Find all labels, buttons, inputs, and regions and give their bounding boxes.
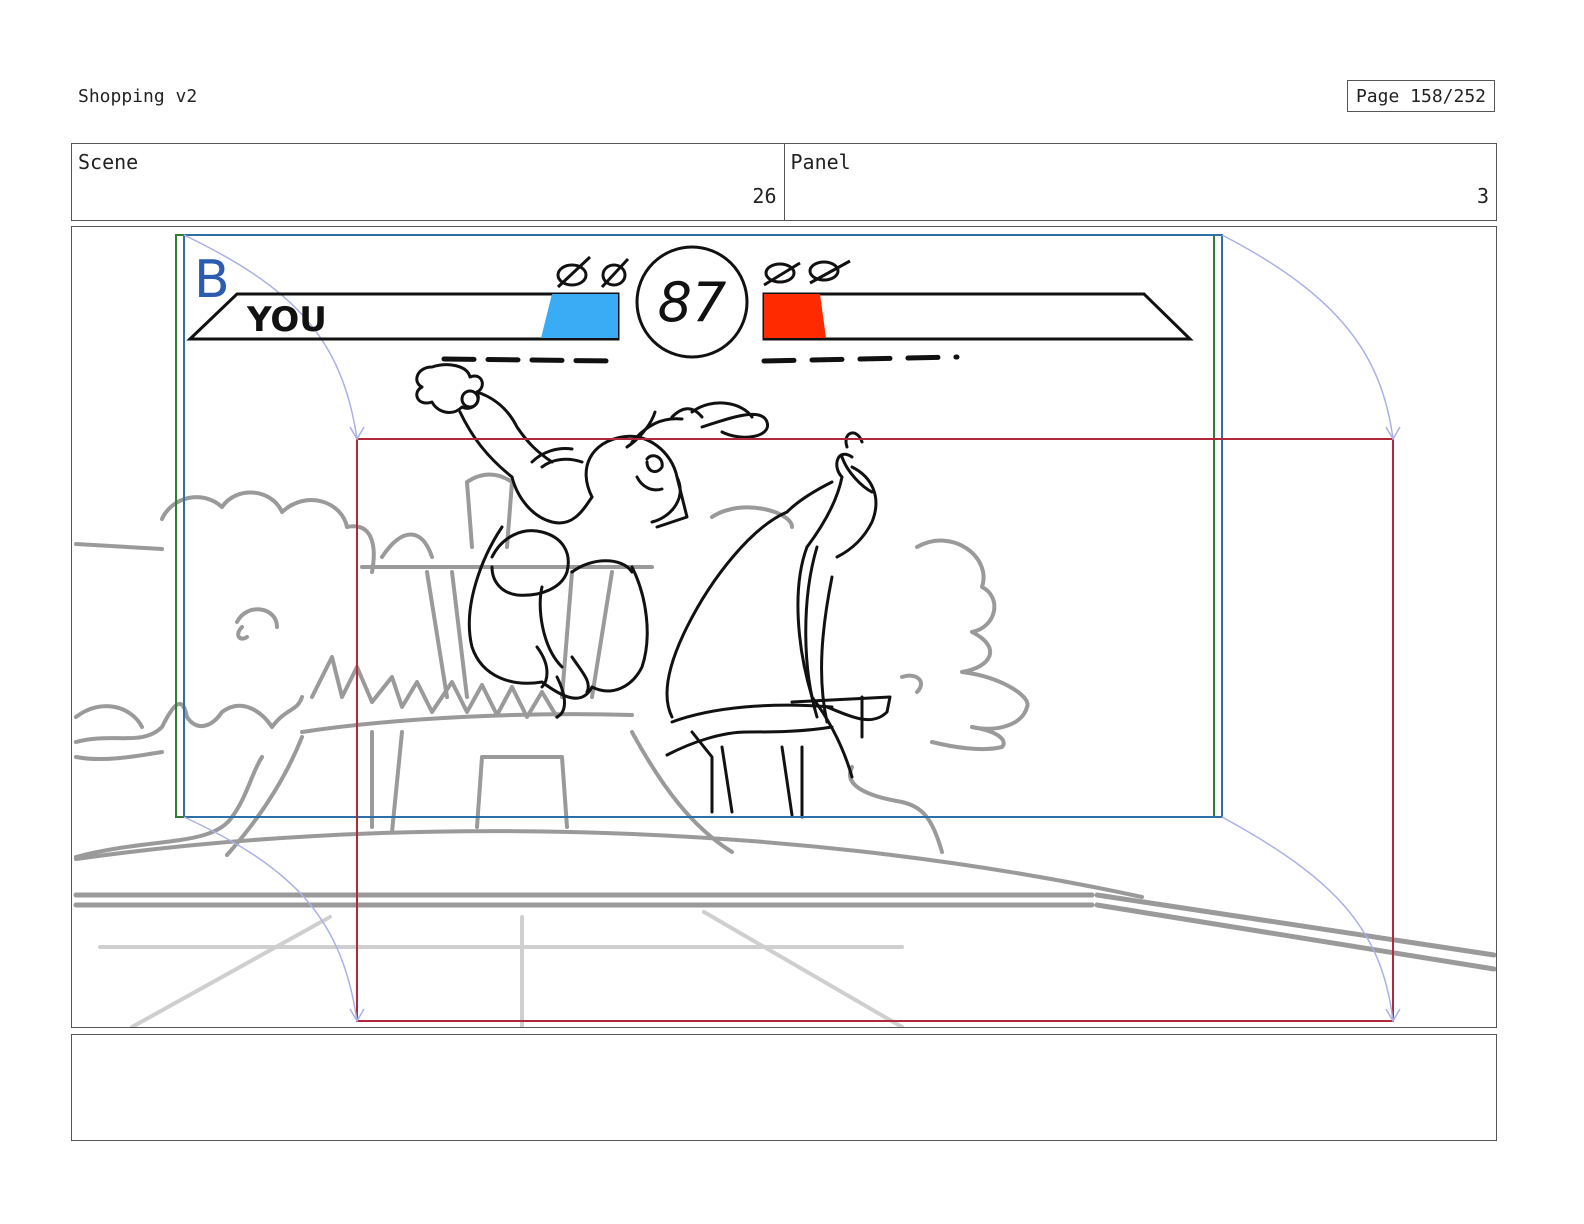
panel-number: 3 xyxy=(1476,184,1489,208)
document-title: Shopping v2 xyxy=(78,86,198,107)
camera-frame-red xyxy=(356,438,1394,1022)
floor-guides xyxy=(98,910,904,1027)
storyboard-frame: B YOU 87 xyxy=(71,226,1497,1028)
storyboard-sketch: B YOU 87 xyxy=(73,234,1496,1027)
player-health-bar: YOU xyxy=(186,255,630,364)
timer-value: 87 xyxy=(658,271,727,334)
scene-panel-info: Scene 26 Panel 3 xyxy=(71,143,1497,221)
page-number-badge: Page 158/252 xyxy=(1347,80,1495,112)
enemy-health-bar xyxy=(761,259,1194,364)
scene-number: 26 xyxy=(752,184,777,208)
player-label: YOU xyxy=(246,300,327,340)
fighter-sketch xyxy=(415,363,892,819)
background-sketch xyxy=(73,472,1496,972)
frame-letter: B xyxy=(194,250,230,310)
panel-cell: Panel 3 xyxy=(783,144,1497,220)
timer: 87 xyxy=(635,245,749,359)
scene-cell: Scene 26 xyxy=(72,144,784,220)
panel-label: Panel xyxy=(790,150,851,174)
panel-notes xyxy=(71,1034,1497,1141)
scene-label: Scene xyxy=(78,150,139,174)
